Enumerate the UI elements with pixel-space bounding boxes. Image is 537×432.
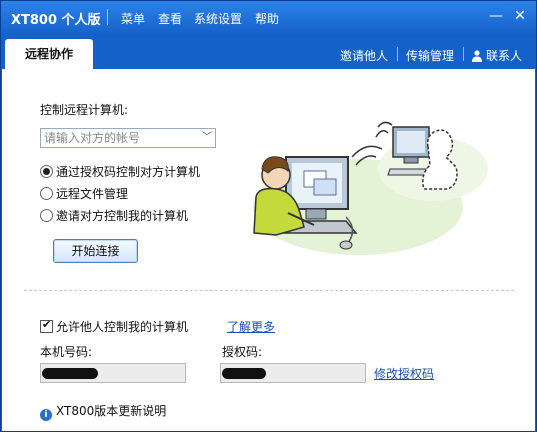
remote-account-input[interactable]: 请输入对方的帐号 ﹀ [40, 128, 216, 148]
learn-more-link[interactable]: 了解更多 [227, 318, 275, 335]
menu-item-settings[interactable]: 系统设置 [194, 10, 242, 27]
option-auth-code-control[interactable]: 通过授权码控制对方计算机 [40, 163, 200, 180]
option-label: 邀请对方控制我的计算机 [56, 209, 189, 223]
option-remote-file-management[interactable]: 远程文件管理 [40, 185, 128, 202]
invite-others-link[interactable]: 邀请他人 [340, 47, 388, 64]
close-button[interactable]: ✕ [511, 7, 529, 25]
contacts-link[interactable]: 联系人 [472, 47, 522, 64]
update-notes-label[interactable]: XT800版本更新说明 [56, 404, 166, 418]
option-label: 通过授权码控制对方计算机 [56, 165, 201, 179]
toplink-separator [463, 47, 464, 61]
app-window: XT800 个人版 菜单 查看 系统设置 帮助 — ✕ 远程协作 邀请他人 传输… [0, 0, 537, 432]
auth-code-field [220, 363, 366, 383]
checkbox-icon[interactable]: ✔ [40, 318, 53, 333]
tab-row: 远程协作 邀请他人 传输管理 联系人 [1, 33, 536, 70]
change-auth-code-link[interactable]: 修改授权码 [374, 365, 434, 382]
remote-account-placeholder: 请输入对方的帐号 [44, 131, 141, 145]
redacted-machine-code [42, 368, 98, 379]
toplink-separator [397, 47, 398, 61]
tab-remote-collaboration[interactable]: 远程协作 [5, 39, 93, 70]
option-label: 远程文件管理 [56, 187, 129, 201]
section-divider [24, 290, 514, 291]
menu-item-menu[interactable]: 菜单 [121, 10, 145, 27]
auth-code-label: 授权码: [222, 345, 263, 359]
title-separator [107, 9, 108, 25]
user-icon [472, 50, 482, 62]
title-bar[interactable]: XT800 个人版 菜单 查看 系统设置 帮助 — ✕ [1, 1, 536, 33]
allow-control-label: 允许他人控制我的计算机 [56, 320, 189, 334]
machine-code-label: 本机号码: [40, 345, 93, 359]
menu-item-help[interactable]: 帮助 [255, 10, 279, 27]
info-icon: i [40, 409, 52, 421]
main-panel: 控制远程计算机: 请输入对方的帐号 ﹀ 通过授权码控制对方计算机 远程文件管理 … [2, 69, 535, 431]
remote-collaboration-illustration [253, 121, 488, 255]
app-title: XT800 个人版 [11, 13, 101, 28]
transfer-manager-link[interactable]: 传输管理 [406, 47, 454, 64]
start-connect-button[interactable]: 开始连接 [53, 239, 138, 263]
radio-icon[interactable] [40, 209, 53, 222]
minimize-button[interactable]: — [487, 7, 505, 25]
option-invite-control[interactable]: 邀请对方控制我的计算机 [40, 207, 188, 224]
remote-control-heading: 控制远程计算机: [40, 103, 129, 117]
allow-control-checkbox-row[interactable]: ✔ 允许他人控制我的计算机 [40, 318, 188, 335]
menu-item-view[interactable]: 查看 [158, 10, 182, 27]
machine-code-field [40, 363, 186, 383]
radio-icon[interactable] [40, 165, 53, 178]
redacted-auth-code [222, 368, 266, 379]
dropdown-chevron-icon[interactable]: ﹀ [202, 129, 212, 147]
update-notes-row[interactable]: i XT800版本更新说明 [40, 402, 166, 421]
radio-icon[interactable] [40, 187, 53, 200]
contacts-label: 联系人 [486, 49, 523, 63]
